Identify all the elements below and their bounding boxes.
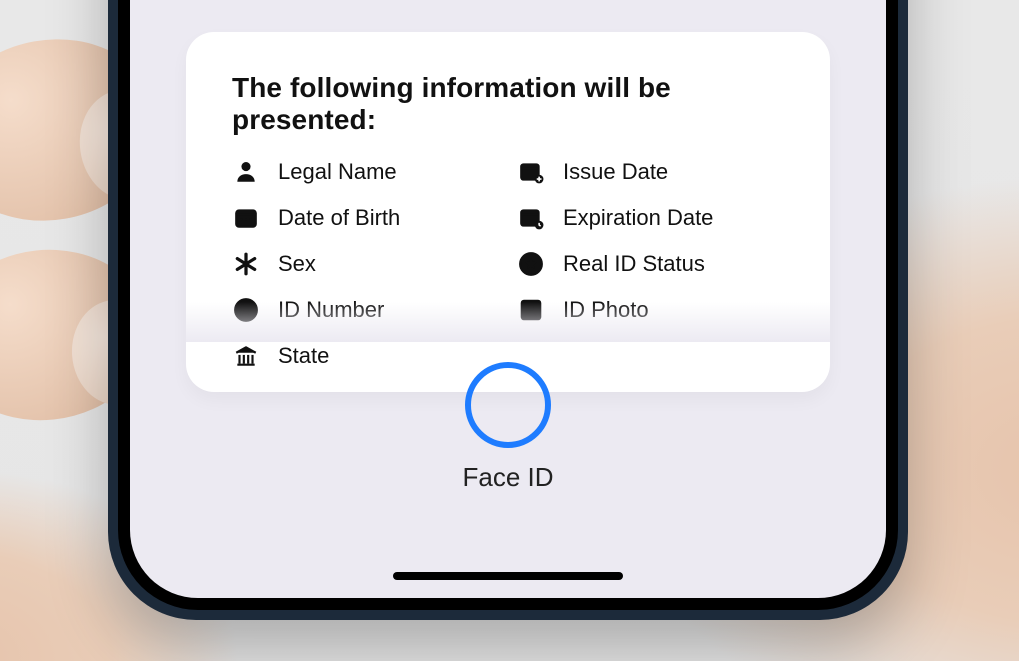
info-label: Real ID Status bbox=[563, 251, 705, 277]
faceid-label: Face ID bbox=[462, 462, 553, 493]
info-item-issue-date: Issue Date bbox=[517, 158, 784, 186]
info-label: Expiration Date bbox=[563, 205, 713, 231]
card-title: The following information will be presen… bbox=[232, 72, 784, 136]
faceid-circle-icon[interactable] bbox=[465, 362, 551, 448]
info-label: Sex bbox=[278, 251, 316, 277]
info-item-expiration: Expiration Date bbox=[517, 204, 784, 232]
info-item-sex: Sex bbox=[232, 250, 499, 278]
info-label: Legal Name bbox=[278, 159, 397, 185]
info-item-dob: Date of Birth bbox=[232, 204, 499, 232]
calendar-icon bbox=[232, 204, 260, 232]
info-item-legal-name: Legal Name bbox=[232, 158, 499, 186]
home-indicator[interactable] bbox=[393, 572, 623, 580]
faceid-section: Face ID bbox=[130, 362, 886, 493]
person-icon bbox=[232, 158, 260, 186]
info-label: Issue Date bbox=[563, 159, 668, 185]
info-item-real-id: Real ID Status bbox=[517, 250, 784, 278]
calendar-plus-icon bbox=[517, 158, 545, 186]
calendar-clock-icon bbox=[517, 204, 545, 232]
info-label: Date of Birth bbox=[278, 205, 400, 231]
star-circle-icon bbox=[517, 250, 545, 278]
asterisk-icon bbox=[232, 250, 260, 278]
phone-screen: The following information will be presen… bbox=[130, 0, 886, 598]
phone-bezel: The following information will be presen… bbox=[118, 0, 898, 610]
phone-frame: The following information will be presen… bbox=[108, 0, 908, 620]
card-fade-overlay bbox=[186, 302, 830, 342]
